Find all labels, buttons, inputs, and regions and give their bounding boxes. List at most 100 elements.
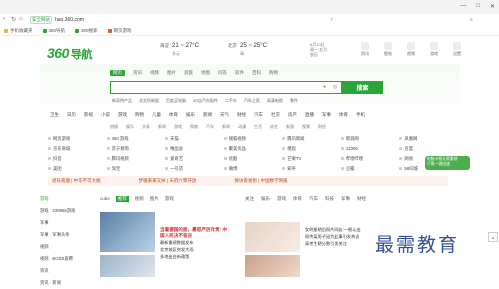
bookmark-webgames[interactable]: 网页游戏: [107, 28, 132, 34]
tab-map[interactable]: 地图: [201, 70, 210, 76]
news-image[interactable]: [100, 255, 155, 277]
news-headline[interactable]: 当着德国的面，暴怒严厉斥责: 中国人民决不答应: [160, 227, 230, 239]
left-menu-item[interactable]: 视频 · BOSS直聘: [40, 253, 90, 265]
feed-tab[interactable]: 娱乐: [261, 196, 270, 202]
category-link[interactable]: 社交: [271, 112, 280, 118]
feed-tab[interactable]: 关注: [245, 196, 254, 202]
maximize-icon[interactable]: □: [476, 3, 480, 10]
tab-news[interactable]: 资讯: [133, 70, 142, 76]
subcategory-link[interactable]: 娱乐: [126, 124, 134, 130]
search-button[interactable]: 搜索: [342, 81, 383, 94]
site-link[interactable]: 哔哩哔哩: [341, 156, 400, 162]
bookmark-360nav[interactable]: 360导航: [42, 28, 65, 34]
url-field[interactable]: 安全网站 hao.360.com: [30, 16, 320, 24]
site-link[interactable]: 携程: [282, 146, 341, 152]
left-menu-item[interactable]: 军事: [40, 217, 90, 229]
category-link[interactable]: 游戏: [118, 112, 127, 118]
category-link[interactable]: 新闻: [203, 112, 212, 118]
site-link[interactable]: 网页游戏: [48, 136, 107, 142]
category-link[interactable]: 购物: [135, 112, 144, 118]
feed-image[interactable]: [245, 255, 300, 277]
back-icon[interactable]: ‹: [3, 16, 5, 22]
hot-word[interactable]: 零件: [290, 98, 298, 104]
tab-web[interactable]: 网页: [110, 70, 125, 76]
site-link[interactable]: 爱奇艺: [165, 156, 224, 162]
news-tab[interactable]: 推荐: [115, 196, 129, 202]
promo-link[interactable]: 梦魇来来又掉 | 天府六零开放: [139, 178, 197, 184]
promo-link[interactable]: 退队戒烟 | 中华不可大姚: [52, 178, 101, 184]
tab-qa[interactable]: 问答: [218, 70, 227, 76]
subcategory-link[interactable]: 新闻: [222, 124, 230, 130]
site-link[interactable]: 搜狐视频: [224, 136, 283, 142]
news-tab[interactable]: 游戏: [165, 196, 174, 202]
site-link[interactable]: 腾讯视频: [107, 156, 166, 162]
category-link[interactable]: 直播: [305, 112, 314, 118]
hot-word[interactable]: 新奇特产品: [112, 98, 132, 104]
back-to-top-icon[interactable]: ▲: [488, 232, 498, 242]
category-link[interactable]: 日历: [67, 112, 76, 118]
subcategory-link[interactable]: 财经: [318, 124, 326, 130]
category-link[interactable]: 儿童: [152, 112, 161, 118]
bookmark-360search[interactable]: 360搜索: [75, 28, 98, 34]
site-link[interactable]: 淘宝: [107, 166, 166, 172]
weather-widget-2[interactable]: 北京 25 ~ 25°C: [228, 43, 267, 49]
news-item[interactable]: 多地出台新政策: [160, 253, 230, 260]
camera-icon[interactable]: ◎: [333, 84, 337, 90]
tab-shopping[interactable]: 购物: [269, 70, 278, 76]
subcategory-link[interactable]: 动漫: [238, 124, 246, 130]
feed-tab[interactable]: 体育: [293, 196, 302, 202]
news-tab[interactable]: 视频: [135, 196, 144, 202]
news-tab[interactable]: 图片: [150, 196, 159, 202]
category-link[interactable]: 体育: [339, 112, 348, 118]
home-icon[interactable]: ⌂: [19, 16, 23, 22]
site-link[interactable]: 天猫: [165, 136, 224, 142]
left-menu-item[interactable]: 军事 · 军事头条: [40, 229, 90, 241]
site-link[interactable]: 聚美优品: [224, 146, 283, 152]
category-link[interactable]: 军事: [322, 112, 331, 118]
hot-word[interactable]: 4S店汽车配件: [193, 98, 218, 104]
subcategory-link[interactable]: 新闻: [158, 124, 166, 130]
subcategory-link[interactable]: 视频: [302, 124, 310, 130]
hot-word[interactable]: 北交所新股: [139, 98, 159, 104]
bookmark-mobile[interactable]: 手机收藏夹: [4, 28, 33, 34]
promo-link[interactable]: 探访夜发街 | 中国数学简报: [234, 178, 287, 184]
news-tab[interactable]: cube: [100, 196, 110, 202]
site-link[interactable]: 百度: [399, 146, 458, 152]
video-icon[interactable]: 视频: [406, 42, 416, 57]
category-link[interactable]: 房产: [288, 112, 297, 118]
close-icon[interactable]: ✕: [490, 3, 495, 10]
site-link[interactable]: 凤凰网: [399, 136, 458, 142]
hot-word[interactable]: 高清电视: [267, 98, 283, 104]
settings-icon[interactable]: 设置: [452, 42, 462, 57]
subcategory-link[interactable]: 头条: [142, 124, 150, 130]
left-menu-item[interactable]: 游戏: [40, 193, 90, 205]
wallpaper-icon[interactable]: 壁纸: [383, 42, 393, 57]
weather-widget[interactable]: 海淀 21 ~ 27°C: [160, 43, 199, 49]
flame-icon[interactable]: ●: [323, 84, 326, 90]
site-link[interactable]: 知乎: [282, 166, 341, 172]
subcategory-link[interactable]: 游戏: [174, 124, 182, 130]
news-icon[interactable]: 资讯: [360, 42, 370, 57]
minimize-icon[interactable]: —: [460, 3, 466, 10]
category-link[interactable]: 小说: [101, 112, 110, 118]
feed-image[interactable]: [245, 222, 300, 252]
site-link[interactable]: 360 游戏: [107, 136, 166, 142]
hot-word[interactable]: 汽车之家: [244, 98, 260, 104]
category-link[interactable]: 卫生: [50, 112, 59, 118]
site-link[interactable]: 京东商城: [48, 146, 107, 152]
news-image[interactable]: [100, 212, 155, 252]
category-link[interactable]: 影视: [84, 112, 93, 118]
hot-word[interactable]: 二手车: [225, 98, 237, 104]
site-link[interactable]: 腾讯新闻: [282, 136, 341, 142]
site-link[interactable]: 12306: [341, 146, 400, 152]
left-menu-item[interactable]: 资讯: [40, 265, 90, 277]
category-link[interactable]: 财经: [237, 112, 246, 118]
site-link[interactable]: 抖音: [48, 156, 107, 162]
search-input[interactable]: [110, 81, 342, 94]
feed-tab[interactable]: 财经: [357, 196, 366, 202]
site-link[interactable]: 豆瓣: [341, 166, 400, 172]
lightning-icon[interactable]: ⚡: [330, 17, 334, 23]
category-link[interactable]: 天气: [220, 112, 229, 118]
tab-software[interactable]: 软件: [235, 70, 244, 76]
site-link[interactable]: 新浪网: [341, 136, 400, 142]
